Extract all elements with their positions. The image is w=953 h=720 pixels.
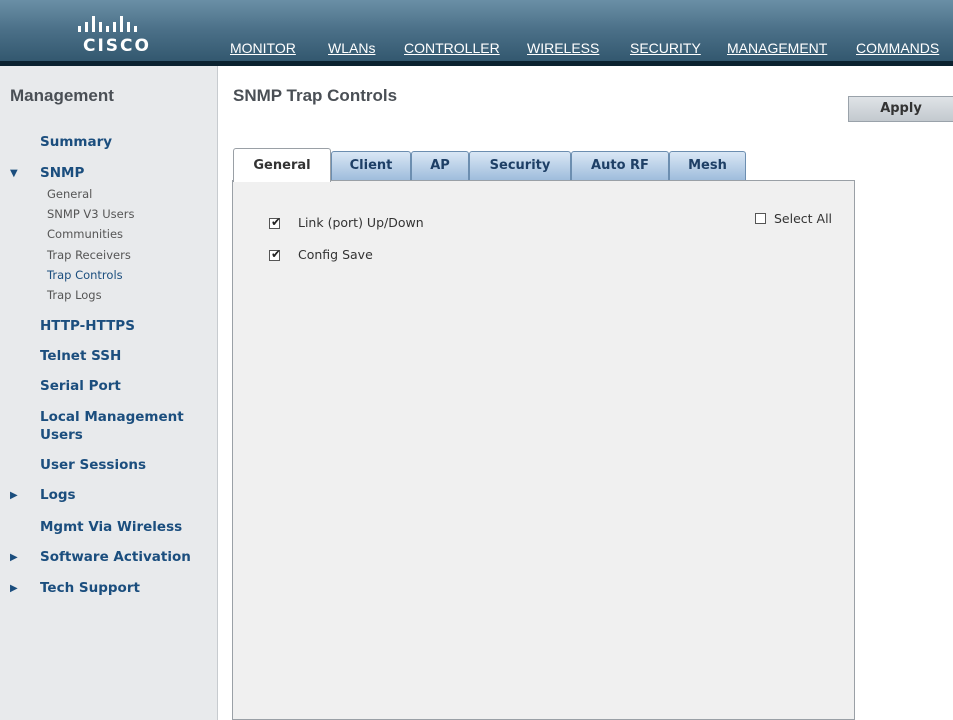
triangle-right-icon[interactable]: ▶ <box>10 490 18 501</box>
sidebar-sub-trap-logs[interactable]: Trap Logs <box>47 288 102 302</box>
sidebar-sub-communities[interactable]: Communities <box>47 227 123 241</box>
select-all-checkbox[interactable] <box>755 213 766 224</box>
nav-controller[interactable]: CONTROLLER <box>404 40 500 56</box>
nav-monitor[interactable]: MONITOR <box>230 40 296 56</box>
sidebar-item-http-https[interactable]: HTTP-HTTPS <box>40 318 135 334</box>
apply-button[interactable]: Apply <box>848 96 953 122</box>
sidebar-item-serial-port[interactable]: Serial Port <box>40 378 121 394</box>
select-all-label: Select All <box>774 211 833 226</box>
link-up-down-label: Link (port) Up/Down <box>298 215 424 230</box>
triangle-right-icon[interactable]: ▶ <box>10 583 18 594</box>
nav-wireless[interactable]: WIRELESS <box>527 40 599 56</box>
tab-client[interactable]: Client <box>331 151 411 181</box>
sidebar-item-mgmt-via-wireless[interactable]: Mgmt Via Wireless <box>40 519 182 535</box>
nav-wlans[interactable]: WLANs <box>328 40 375 56</box>
tab-security[interactable]: Security <box>469 151 571 181</box>
cisco-logo: CISCO <box>72 12 162 56</box>
sidebar-item-summary[interactable]: Summary <box>40 134 112 150</box>
triangle-down-icon[interactable]: ▼ <box>10 168 18 179</box>
checkmark-icon: ✔ <box>271 215 282 229</box>
sidebar-sub-general[interactable]: General <box>47 187 92 201</box>
config-save-checkbox[interactable]: ✔ <box>269 247 282 261</box>
page-title: SNMP Trap Controls <box>233 86 398 105</box>
sidebar-sub-trap-controls[interactable]: Trap Controls <box>47 268 123 282</box>
nav-commands[interactable]: COMMANDS <box>856 40 939 56</box>
link-up-down-checkbox[interactable]: ✔ <box>269 215 282 229</box>
tab-auto-rf[interactable]: Auto RF <box>571 151 669 181</box>
tab-ap[interactable]: AP <box>411 151 469 181</box>
sidebar-sub-v3-users[interactable]: SNMP V3 Users <box>47 207 134 221</box>
top-header: CISCO MONITOR WLANs CONTROLLER WIRELESS … <box>0 0 953 66</box>
sidebar-item-software-activation[interactable]: Software Activation <box>40 549 191 565</box>
sidebar-title: Management <box>10 86 114 105</box>
sidebar-item-local-management[interactable]: Local Management <box>40 409 184 425</box>
tab-general[interactable]: General <box>233 148 331 182</box>
cisco-logo-text: CISCO <box>83 36 151 56</box>
sidebar-item-user-sessions[interactable]: User Sessions <box>40 457 146 473</box>
nav-security[interactable]: SECURITY <box>630 40 701 56</box>
sidebar-item-local-management-users[interactable]: Users <box>40 427 83 443</box>
tab-mesh[interactable]: Mesh <box>669 151 746 181</box>
nav-management[interactable]: MANAGEMENT <box>714 40 840 66</box>
sidebar-item-telnet-ssh[interactable]: Telnet SSH <box>40 348 121 364</box>
app-window: CISCO MONITOR WLANs CONTROLLER WIRELESS … <box>0 0 953 720</box>
sidebar-item-logs[interactable]: Logs <box>40 487 76 503</box>
sidebar-item-tech-support[interactable]: Tech Support <box>40 580 140 596</box>
checkmark-icon: ✔ <box>271 247 282 261</box>
sidebar: Management Summary ▼ SNMP General SNMP V… <box>0 66 218 720</box>
config-save-label: Config Save <box>298 247 373 262</box>
sidebar-item-snmp[interactable]: SNMP <box>40 165 84 181</box>
tab-panel: ✔ Link (port) Up/Down ✔ Config Save Sele… <box>232 180 855 720</box>
sidebar-sub-trap-receivers[interactable]: Trap Receivers <box>47 248 131 262</box>
triangle-right-icon[interactable]: ▶ <box>10 552 18 563</box>
